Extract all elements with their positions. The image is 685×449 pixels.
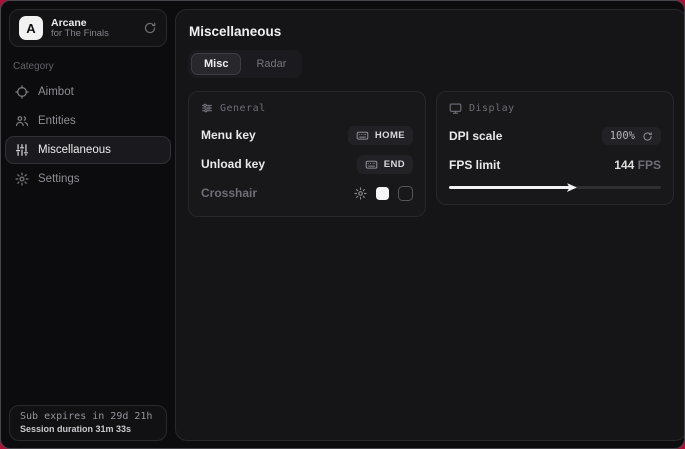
- sidebar-item-miscellaneous[interactable]: Miscellaneous: [5, 136, 171, 164]
- fps-slider-fill: [449, 186, 570, 189]
- category-label: Category: [13, 61, 163, 72]
- dpi-reset-icon[interactable]: [642, 131, 653, 142]
- brand-card: A Arcane for The Finals: [9, 9, 167, 47]
- menu-key-binding[interactable]: HOME: [348, 126, 413, 145]
- menu-key-row: Menu key HOME: [201, 124, 413, 146]
- brand-text: Arcane for The Finals: [51, 17, 135, 40]
- sliders-small-icon: [201, 102, 213, 114]
- users-icon: [15, 114, 29, 128]
- sidebar: A Arcane for The Finals Category: [1, 1, 175, 448]
- display-card-header: Display: [449, 102, 661, 115]
- cards-row: General Menu key HOME: [188, 91, 674, 217]
- fps-limit-value-wrap: 144 FPS: [614, 158, 661, 172]
- menu-key-value: HOME: [375, 130, 405, 141]
- crosshair-label: Crosshair: [201, 186, 257, 200]
- main-panel: Miscellaneous Misc Radar Gene: [175, 9, 685, 441]
- crosshair-icon: [15, 85, 29, 99]
- general-card: General Menu key HOME: [188, 91, 426, 217]
- sidebar-item-label: Aimbot: [38, 86, 74, 98]
- fps-limit-unit: FPS: [634, 158, 661, 172]
- gear-icon: [15, 172, 29, 186]
- menu-key-label: Menu key: [201, 128, 256, 142]
- unload-key-value: END: [384, 159, 405, 170]
- monitor-icon: [449, 102, 462, 115]
- sidebar-item-label: Miscellaneous: [38, 144, 111, 156]
- fps-limit-label: FPS limit: [449, 158, 500, 172]
- sidebar-item-label: Settings: [38, 173, 80, 185]
- sidebar-item-settings[interactable]: Settings: [5, 165, 171, 193]
- sub-expiry-text: Sub expires in 29d 21h: [20, 411, 156, 422]
- tab-misc[interactable]: Misc: [191, 53, 241, 75]
- unload-key-row: Unload key END: [201, 153, 413, 175]
- crosshair-color-swatch[interactable]: [376, 187, 389, 200]
- brand-subtitle: for The Finals: [51, 29, 135, 40]
- keyboard-icon: [365, 158, 378, 171]
- fps-limit-slider[interactable]: [449, 183, 661, 192]
- session-duration-text: Session duration 31m 33s: [20, 424, 156, 434]
- dpi-scale-value: 100%: [610, 130, 635, 142]
- sidebar-spacer: [1, 194, 175, 405]
- display-card-title: Display: [469, 103, 515, 114]
- page-title: Miscellaneous: [189, 24, 674, 39]
- sidebar-item-aimbot[interactable]: Aimbot: [5, 78, 171, 106]
- refresh-icon[interactable]: [143, 21, 157, 35]
- dpi-scale-row: DPI scale 100%: [449, 125, 661, 147]
- sidebar-item-entities[interactable]: Entities: [5, 107, 171, 135]
- fps-limit-row: FPS limit 144 FPS: [449, 154, 661, 176]
- sliders-icon: [15, 143, 29, 157]
- general-card-title: General: [220, 103, 266, 114]
- subscription-card: Sub expires in 29d 21h Session duration …: [9, 405, 167, 441]
- dpi-scale-label: DPI scale: [449, 129, 502, 143]
- crosshair-settings-gear-icon[interactable]: [354, 187, 367, 200]
- general-card-header: General: [201, 102, 413, 114]
- dpi-scale-control[interactable]: 100%: [602, 127, 661, 145]
- cheat-menu-window: A Arcane for The Finals Category: [0, 0, 685, 449]
- brand-logo: A: [19, 16, 43, 40]
- tab-radar[interactable]: Radar: [243, 53, 299, 75]
- display-card: Display DPI scale 100%: [436, 91, 674, 205]
- brand-title: Arcane: [51, 17, 135, 29]
- sidebar-nav: Aimbot Entities: [1, 78, 175, 194]
- unload-key-label: Unload key: [201, 157, 265, 171]
- crosshair-row: Crosshair: [201, 182, 413, 204]
- unload-key-binding[interactable]: END: [357, 155, 413, 174]
- sidebar-item-label: Entities: [38, 115, 76, 127]
- crosshair-checkbox[interactable]: [398, 186, 413, 201]
- tab-group: Misc Radar: [188, 50, 302, 78]
- fps-limit-value: 144: [614, 158, 634, 172]
- keyboard-icon: [356, 129, 369, 142]
- crosshair-controls: [354, 186, 413, 201]
